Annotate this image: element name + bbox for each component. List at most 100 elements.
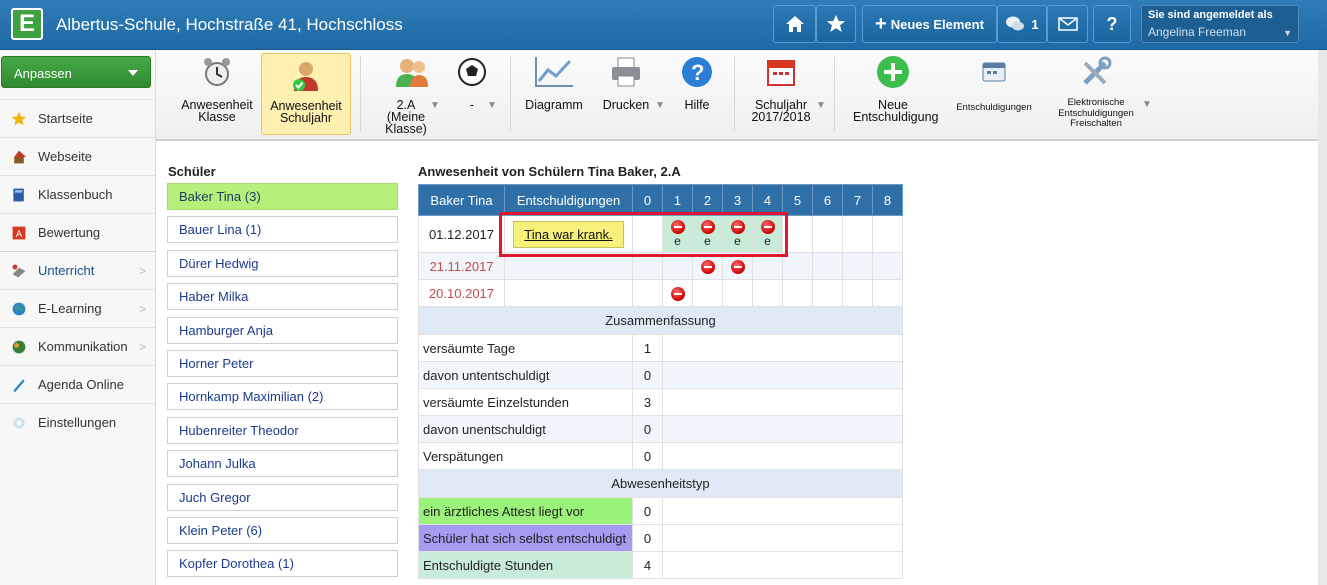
plus-icon: + xyxy=(875,12,887,35)
separator xyxy=(734,56,735,131)
customize-button[interactable]: Anpassen xyxy=(1,56,151,88)
sidebar-item-agenda[interactable]: Agenda Online xyxy=(0,365,155,403)
list-item[interactable]: Johann Julka xyxy=(167,450,398,478)
list-item[interactable]: Baker Tina (3) xyxy=(167,183,398,210)
sidebar-item-bewertung[interactable]: A Bewertung xyxy=(0,213,155,251)
pen-icon xyxy=(11,377,27,393)
list-item[interactable]: Kopfer Dorothea (1) xyxy=(167,550,398,578)
alarm-clock-icon xyxy=(178,50,256,94)
period-cell[interactable] xyxy=(812,252,843,280)
svg-text:A: A xyxy=(16,229,23,240)
sidebar-item-webseite[interactable]: Webseite xyxy=(0,137,155,175)
period-cell[interactable] xyxy=(872,279,903,307)
messages-button[interactable]: 1 xyxy=(997,5,1047,43)
star-icon xyxy=(11,111,27,127)
chart-button[interactable]: Diagramm xyxy=(522,50,586,138)
help-ribbon-button[interactable]: ? Hilfe xyxy=(674,50,720,138)
summary-label: davon unentschuldigt xyxy=(418,415,633,443)
summary-value: 0 xyxy=(632,415,663,443)
caret-down-icon: ▼ xyxy=(1283,28,1292,38)
period-cell[interactable] xyxy=(812,215,843,253)
list-item[interactable]: Klein Peter (6) xyxy=(167,516,398,544)
app-logo[interactable]: E xyxy=(11,8,43,40)
period-cell[interactable] xyxy=(692,279,723,307)
help-label: Hilfe xyxy=(684,98,710,112)
sidebar-item-einstellungen[interactable]: Einstellungen xyxy=(0,403,155,441)
new-excuse-button[interactable]: Neue Entschuldigung xyxy=(846,50,940,138)
period-cell[interactable] xyxy=(812,279,843,307)
empty-cell xyxy=(662,551,903,579)
sidebar-item-elearning[interactable]: E-Learning > xyxy=(0,289,155,327)
period-cell[interactable] xyxy=(722,279,753,307)
empty-cell xyxy=(662,524,903,552)
help-button[interactable]: ? xyxy=(1093,5,1131,43)
enable-e-excuses-label: Elektronische Entschuldigungen Freischal… xyxy=(1058,97,1134,129)
list-item[interactable]: Juch Gregor xyxy=(167,483,398,511)
list-item[interactable]: Hornkamp Maximilian (2) xyxy=(167,383,398,411)
caret-down-icon: ▼ xyxy=(1142,99,1152,110)
attendance-year-button[interactable]: Anwesenheit Schuljahr xyxy=(261,53,351,135)
period-cell[interactable] xyxy=(782,279,813,307)
attendance-class-button[interactable]: Anwesenheit Klasse xyxy=(178,50,256,138)
sidebar-item-label: Kommunikation xyxy=(38,339,128,354)
period-cell[interactable] xyxy=(842,279,873,307)
grade-a-icon: A xyxy=(11,225,27,241)
excuses-label: Entschuldigungen xyxy=(956,102,1032,113)
home-button[interactable] xyxy=(773,5,816,43)
absence-type-value: 0 xyxy=(632,524,663,552)
table-row: Schüler hat sich selbst entschuldigt 0 xyxy=(418,524,903,552)
excuses-button[interactable]: Entschuldigungen xyxy=(950,50,1038,138)
absence-type-label: Schüler hat sich selbst entschuldigt xyxy=(418,524,633,552)
caret-down-icon xyxy=(128,70,138,76)
favorites-button[interactable] xyxy=(816,5,856,43)
absence-type-label: ein ärztliches Attest liegt vor xyxy=(418,497,633,525)
sidebar-item-kommunikation[interactable]: Kommunikation > xyxy=(0,327,155,365)
list-item[interactable]: Horner Peter xyxy=(167,349,398,377)
print-button[interactable]: Drucken ▼ xyxy=(596,50,665,138)
period-cell[interactable] xyxy=(872,215,903,253)
table-row: Verspätungen 0 xyxy=(418,442,903,470)
list-item[interactable]: Bauer Lina (1) xyxy=(167,216,398,244)
student-list: Baker Tina (3) Bauer Lina (1) Dürer Hedw… xyxy=(167,183,398,584)
period-cell[interactable] xyxy=(872,252,903,280)
house-icon xyxy=(11,149,27,165)
school-year-button[interactable]: Schuljahr 2017/2018 ▼ xyxy=(746,50,826,138)
table-row: versäumte Einzelstunden 3 xyxy=(418,388,903,416)
separator xyxy=(360,56,361,131)
list-item[interactable]: Dürer Hedwig xyxy=(167,249,398,277)
period-cell[interactable] xyxy=(842,252,873,280)
soccer-ball-icon xyxy=(451,50,493,94)
sidebar-item-unterricht[interactable]: Unterricht > xyxy=(0,251,155,289)
list-item[interactable]: Hamburger Anja xyxy=(167,316,398,344)
period-cell[interactable] xyxy=(842,215,873,253)
sidebar-item-label: Bewertung xyxy=(38,225,101,240)
scroll-area xyxy=(1318,50,1327,585)
subject-select-button[interactable]: - ▼ xyxy=(451,50,497,138)
period-cell[interactable] xyxy=(752,279,783,307)
mail-button[interactable] xyxy=(1047,5,1088,43)
chevron-right-icon: > xyxy=(138,263,146,278)
period-cell[interactable] xyxy=(662,279,693,307)
top-bar: E Albertus-Schule, Hochstraße 41, Hochsc… xyxy=(0,0,1327,50)
table-row: ein ärztliches Attest liegt vor 0 xyxy=(418,497,903,525)
enable-e-excuses-button[interactable]: Elektronische Entschuldigungen Freischal… xyxy=(1048,50,1152,138)
col-header-name: Baker Tina xyxy=(418,184,505,216)
col-header-period: 0 xyxy=(632,184,663,216)
empty-cell xyxy=(662,497,903,525)
chevron-right-icon: > xyxy=(138,339,146,354)
sidebar-item-klassenbuch[interactable]: Klassenbuch xyxy=(0,175,155,213)
list-item[interactable]: Hubenreiter Theodor xyxy=(167,416,398,444)
students-group-icon xyxy=(378,50,446,94)
new-element-button[interactable]: + Neues Element xyxy=(862,5,997,43)
class-select-button[interactable]: 2.A (Meine Klasse) ▼ xyxy=(378,50,446,138)
summary-label: versäumte Tage xyxy=(418,334,633,362)
summary-title: Zusammenfassung xyxy=(418,306,903,335)
sidebar-item-startseite[interactable]: Startseite xyxy=(0,99,155,137)
user-menu[interactable]: Sie sind angemeldet als Angelina Freeman… xyxy=(1141,5,1299,43)
period-cell[interactable] xyxy=(632,279,663,307)
list-item[interactable]: Haber Milka xyxy=(167,283,398,311)
highlight-box xyxy=(499,212,788,257)
help-circle-icon: ? xyxy=(674,50,720,94)
customize-label: Anpassen xyxy=(14,66,72,81)
col-header-excuses: Entschuldigungen xyxy=(504,184,633,216)
